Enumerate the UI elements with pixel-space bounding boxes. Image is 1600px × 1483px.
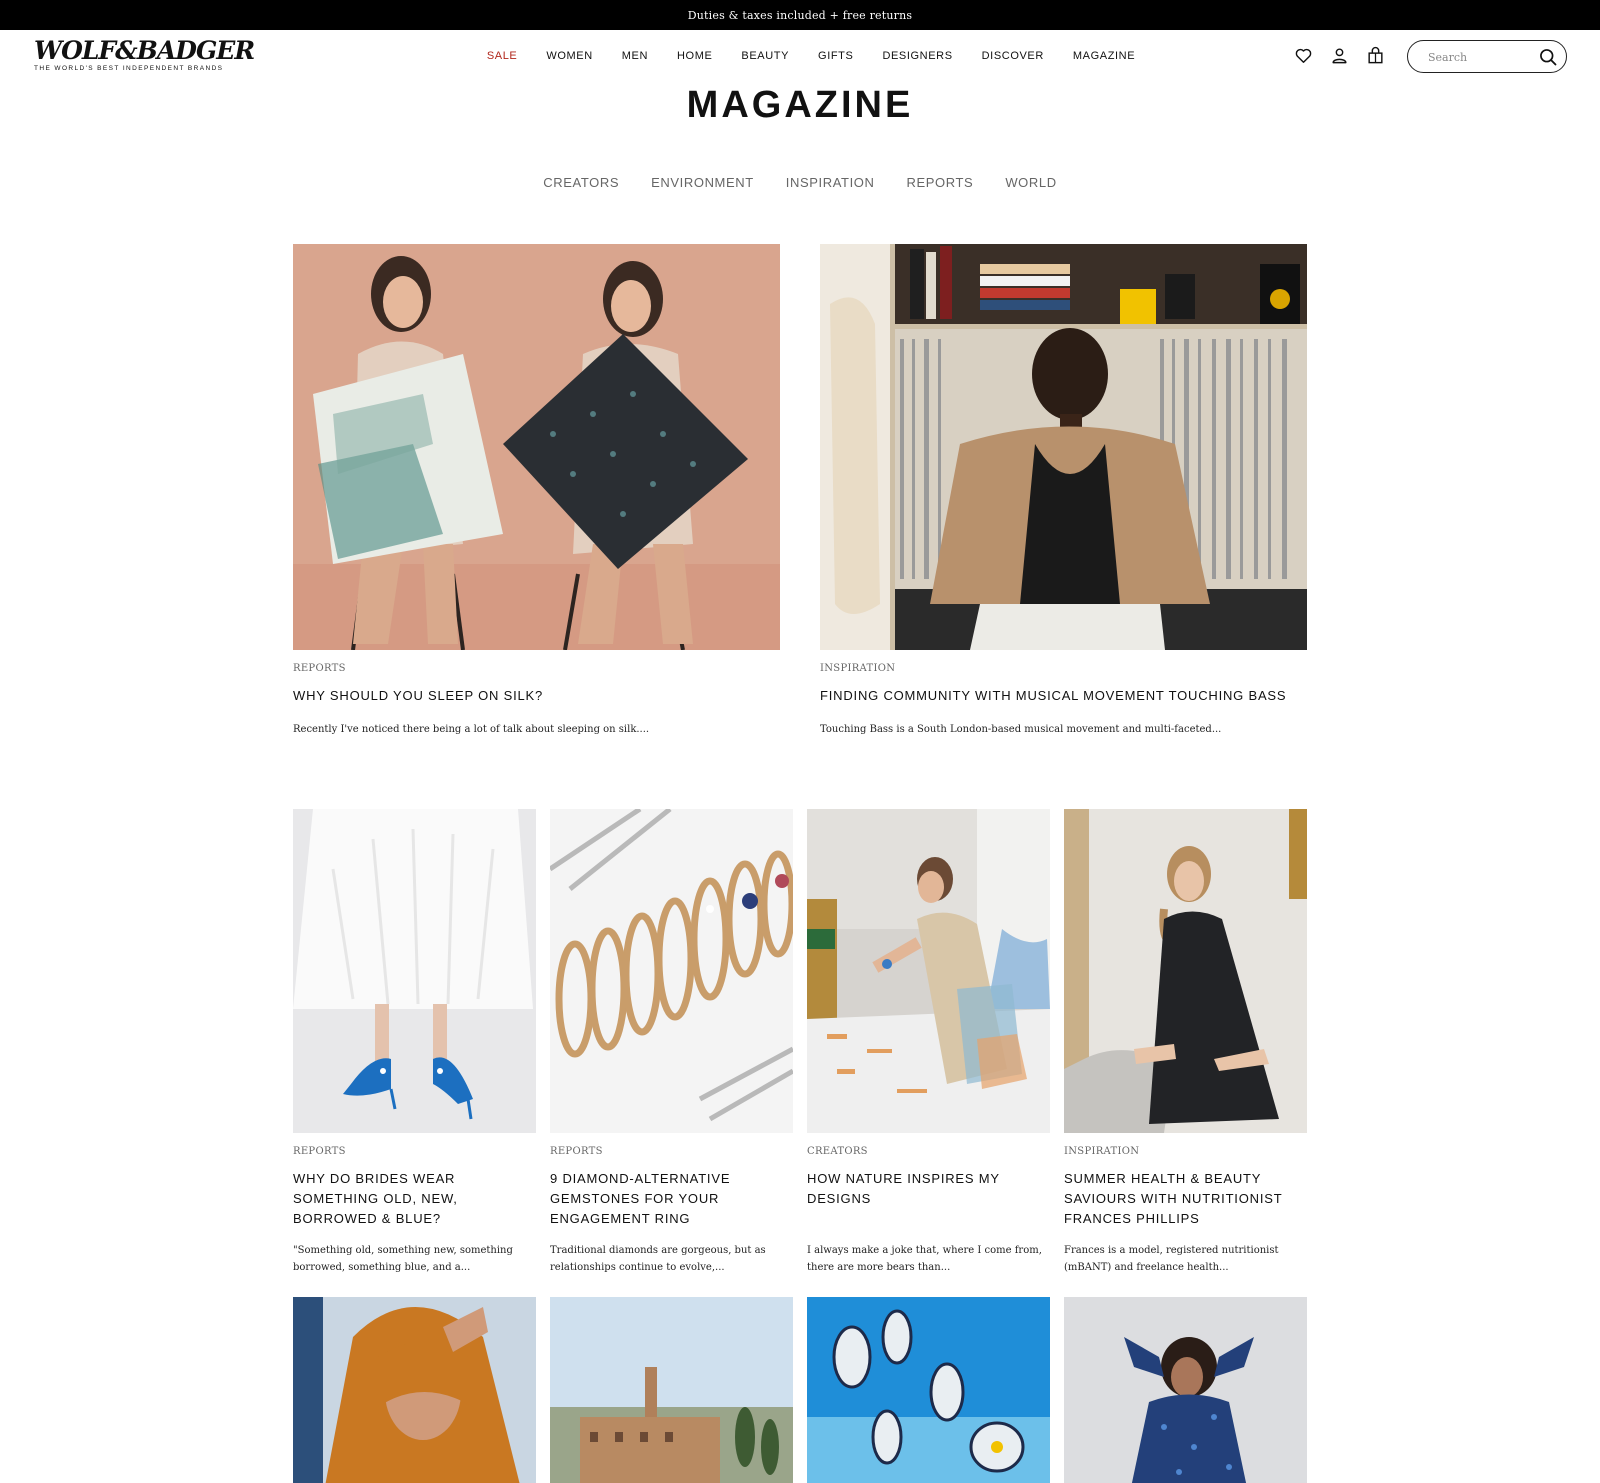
article-image[interactable] — [807, 809, 1050, 1133]
nav-discover[interactable]: DISCOVER — [982, 50, 1044, 62]
article-image[interactable] — [293, 1297, 536, 1483]
article-excerpt: I always make a joke that, where I come … — [807, 1245, 1042, 1273]
subnav-world[interactable]: WORLD — [1005, 175, 1056, 190]
article-title[interactable]: SUMMER HEALTH & BEAUTY SAVIOURS WITH NUT… — [1064, 1169, 1307, 1229]
account-icon[interactable] — [1330, 46, 1349, 65]
heart-icon[interactable] — [1294, 46, 1313, 65]
article-excerpt: "Something old, something new, something… — [293, 1245, 513, 1273]
article-category: REPORTS — [293, 663, 346, 674]
article-category: INSPIRATION — [820, 663, 896, 674]
article-category: REPORTS — [293, 1146, 346, 1157]
nav-beauty[interactable]: BEAUTY — [741, 50, 789, 62]
subnav-inspiration[interactable]: INSPIRATION — [786, 175, 875, 190]
article-image[interactable] — [293, 809, 536, 1133]
article-category: REPORTS — [550, 1146, 603, 1157]
page-title: MAGAZINE — [686, 84, 914, 126]
article-image[interactable] — [550, 1297, 793, 1483]
article-card[interactable]: REPORTS WHY DO BRIDES WEAR SOMETHING OLD… — [293, 809, 536, 1276]
article-image[interactable] — [820, 244, 1307, 650]
article-image[interactable] — [807, 1297, 1050, 1483]
article-image[interactable] — [1064, 1297, 1307, 1483]
search-input[interactable] — [1428, 48, 1528, 66]
article-title[interactable]: HOW NATURE INSPIRES MY DESIGNS — [807, 1169, 1050, 1229]
search-icon[interactable] — [1538, 47, 1558, 67]
subnav-reports[interactable]: REPORTS — [907, 175, 974, 190]
article-card[interactable] — [807, 1297, 1050, 1483]
site-header: WOLF&BADGER THE WORLD'S BEST INDEPENDENT… — [0, 30, 1600, 86]
nav-sale[interactable]: SALE — [487, 50, 518, 62]
nav-designers[interactable]: DESIGNERS — [882, 50, 952, 62]
nav-home[interactable]: HOME — [677, 50, 712, 62]
announcement-bar: Duties & taxes included + free returns — [0, 0, 1600, 30]
nav-men[interactable]: MEN — [622, 50, 648, 62]
featured-article-card[interactable]: REPORTS WHY SHOULD YOU SLEEP ON SILK? Re… — [293, 244, 780, 738]
logo-tagline: THE WORLD'S BEST INDEPENDENT BRANDS — [34, 65, 224, 72]
article-category: CREATORS — [807, 1146, 868, 1157]
article-card[interactable] — [550, 1297, 793, 1483]
featured-article-card[interactable]: INSPIRATION FINDING COMMUNITY WITH MUSIC… — [820, 244, 1307, 738]
article-title[interactable]: 9 DIAMOND-ALTERNATIVE GEMSTONES FOR YOUR… — [550, 1169, 793, 1229]
nav-magazine[interactable]: MAGAZINE — [1073, 50, 1135, 62]
nav-women[interactable]: WOMEN — [546, 50, 592, 62]
announcement-text: Duties & taxes included + free returns — [687, 8, 913, 22]
header-icons — [1294, 46, 1385, 65]
search-box — [1407, 40, 1567, 73]
article-excerpt: Touching Bass is a South London-based mu… — [820, 724, 1222, 735]
article-image[interactable] — [550, 809, 793, 1133]
article-card[interactable]: REPORTS 9 DIAMOND-ALTERNATIVE GEMSTONES … — [550, 809, 793, 1276]
article-image[interactable] — [1064, 809, 1307, 1133]
article-card[interactable] — [1064, 1297, 1307, 1483]
bag-icon[interactable] — [1366, 46, 1385, 65]
magazine-subnav: CREATORS ENVIRONMENT INSPIRATION REPORTS… — [0, 175, 1600, 190]
article-card[interactable]: CREATORS HOW NATURE INSPIRES MY DESIGNS … — [807, 809, 1050, 1276]
article-card[interactable] — [293, 1297, 536, 1483]
article-image[interactable] — [293, 244, 780, 650]
article-card[interactable]: INSPIRATION SUMMER HEALTH & BEAUTY SAVIO… — [1064, 809, 1307, 1276]
article-title[interactable]: WHY DO BRIDES WEAR SOMETHING OLD, NEW, B… — [293, 1169, 536, 1229]
article-excerpt: Traditional diamonds are gorgeous, but a… — [550, 1245, 766, 1273]
subnav-creators[interactable]: CREATORS — [543, 175, 619, 190]
article-category: INSPIRATION — [1064, 1146, 1140, 1157]
nav-gifts[interactable]: GIFTS — [818, 50, 853, 62]
article-excerpt: Frances is a model, registered nutrition… — [1064, 1245, 1279, 1273]
article-excerpt: Recently I've noticed there being a lot … — [293, 724, 650, 735]
subnav-environment[interactable]: ENVIRONMENT — [651, 175, 754, 190]
article-title[interactable]: WHY SHOULD YOU SLEEP ON SILK? — [293, 686, 780, 706]
article-title[interactable]: FINDING COMMUNITY WITH MUSICAL MOVEMENT … — [820, 686, 1307, 706]
